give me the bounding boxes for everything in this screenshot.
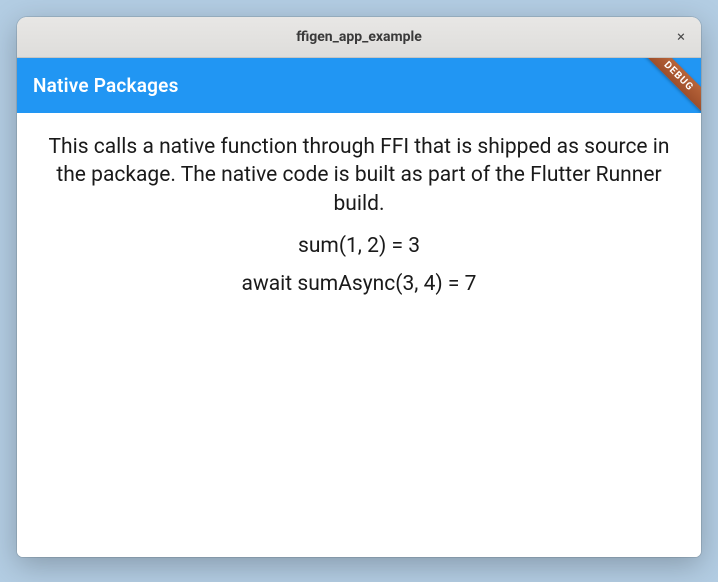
description-text: This calls a native function through FFI… <box>39 133 679 218</box>
page-title: Native Packages <box>33 74 179 97</box>
content-area: This calls a native function through FFI… <box>17 113 701 557</box>
app-window: ffigen_app_example × Native Packages DEB… <box>17 17 701 557</box>
close-icon[interactable]: × <box>673 26 689 49</box>
sum-result-text: sum(1, 2) = 3 <box>39 232 679 260</box>
window-title: ffigen_app_example <box>296 29 422 45</box>
titlebar[interactable]: ffigen_app_example × <box>17 17 701 58</box>
debug-ribbon: DEBUG <box>634 58 701 113</box>
sum-async-result-text: await sumAsync(3, 4) = 7 <box>39 270 679 298</box>
app-bar: Native Packages DEBUG <box>17 58 701 113</box>
